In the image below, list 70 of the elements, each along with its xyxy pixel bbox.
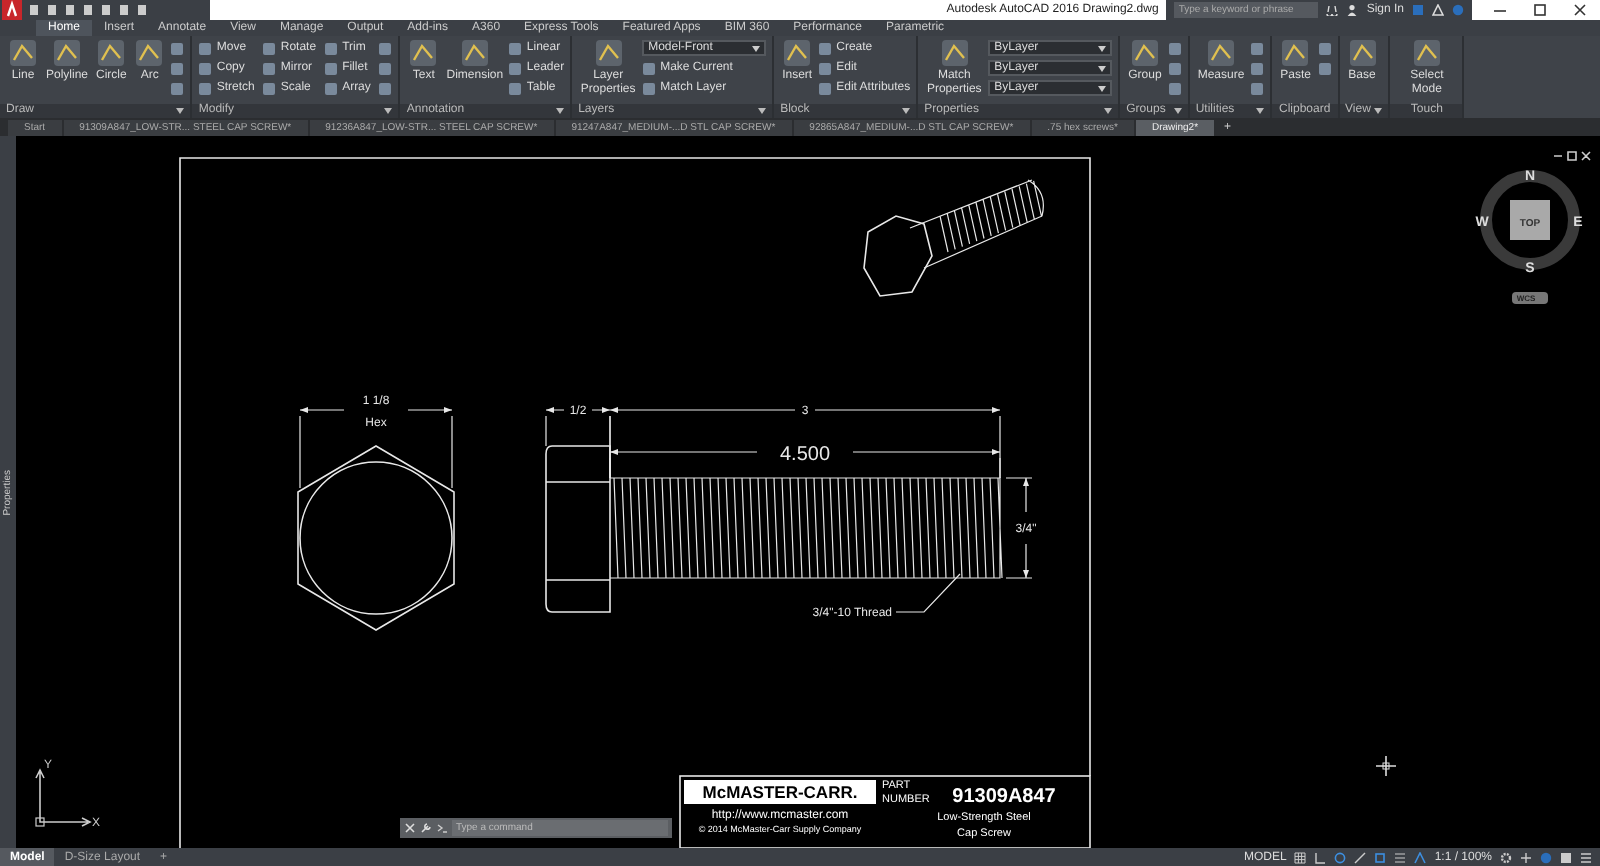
angle-icon[interactable] [1314, 852, 1327, 864]
tool-icon [1206, 38, 1236, 68]
tool-icon-button[interactable] [378, 58, 393, 78]
tool-icon-button[interactable] [378, 78, 393, 98]
tool-icon [408, 38, 439, 68]
circle-icon[interactable] [1334, 852, 1347, 864]
tool-icon-button[interactable] [1167, 38, 1182, 58]
tool-icon-button[interactable] [1250, 38, 1265, 58]
menu-icon[interactable] [1580, 852, 1592, 864]
tool-icon [1129, 38, 1160, 68]
caret-icon [556, 108, 565, 114]
caret-icon [758, 108, 767, 114]
caret-icon [1173, 108, 1182, 114]
tool-icon-button[interactable] [170, 38, 185, 58]
app-logo-icon[interactable] [2, 0, 22, 20]
tool-icon-button[interactable] [1167, 58, 1182, 78]
diagonal-icon[interactable] [1354, 852, 1367, 864]
dimension-text: 4.500 [779, 444, 831, 466]
ucs-axes-icon [35, 768, 92, 827]
crosshair-cursor-icon [1375, 755, 1397, 777]
tool-icon [52, 38, 82, 68]
tool-icon [593, 38, 624, 68]
snap-icon[interactable] [1374, 852, 1387, 864]
caret-icon [1098, 85, 1107, 91]
tool-icon [782, 38, 813, 68]
company-logo: McMASTER-CARR. [684, 780, 876, 804]
maximize-icon[interactable] [1532, 2, 1548, 18]
caret-icon [1098, 45, 1107, 51]
leader-line [895, 573, 961, 613]
tool-icon [1280, 38, 1311, 68]
caret-icon [902, 108, 911, 114]
caret-icon [1256, 108, 1265, 114]
tool-icon [8, 38, 38, 68]
tool-icon [134, 38, 165, 68]
tool-icon-button[interactable] [1317, 58, 1332, 78]
tool-icon-button[interactable] [170, 58, 185, 78]
tool-icon-button[interactable] [170, 78, 185, 98]
tool-icon-button[interactable] [378, 38, 393, 58]
caret-icon [176, 108, 185, 114]
viewport-controls-icon [1553, 151, 1591, 161]
tool-icon-button[interactable] [1250, 58, 1265, 78]
close-icon[interactable] [1572, 2, 1588, 18]
binoculars-icon[interactable] [1326, 4, 1339, 16]
wrench-icon[interactable] [420, 822, 432, 834]
tool-icon-button[interactable] [1317, 38, 1332, 58]
triangle-icon[interactable] [1432, 4, 1444, 16]
person-icon[interactable] [1346, 4, 1359, 16]
tool-icon [459, 38, 490, 68]
picture-icon[interactable] [1560, 852, 1572, 864]
caret-icon [1374, 108, 1383, 114]
annotation-scale-icon[interactable] [1414, 852, 1427, 864]
lines-icon[interactable] [1394, 852, 1407, 864]
prompt-icon [436, 822, 448, 834]
grid-icon[interactable] [1294, 852, 1307, 864]
plus-icon[interactable] [1520, 852, 1532, 864]
tool-icon [1347, 38, 1378, 68]
coordinate-system-dropdown [1512, 292, 1548, 304]
caret-icon [1098, 65, 1107, 71]
tool-icon-button[interactable] [1167, 78, 1182, 98]
gear-icon[interactable] [1500, 852, 1512, 864]
caret-icon [1104, 108, 1113, 114]
caret-icon [752, 45, 761, 51]
caret-icon [384, 108, 393, 114]
tool-icon-button[interactable] [1250, 78, 1265, 98]
tool-icon [96, 38, 127, 68]
part-number: 91309A847 [952, 786, 1056, 808]
tool-icon [1411, 38, 1442, 68]
dimension-line [1005, 477, 1033, 579]
viewcube-face [1510, 200, 1550, 240]
tool-icon [939, 38, 970, 68]
